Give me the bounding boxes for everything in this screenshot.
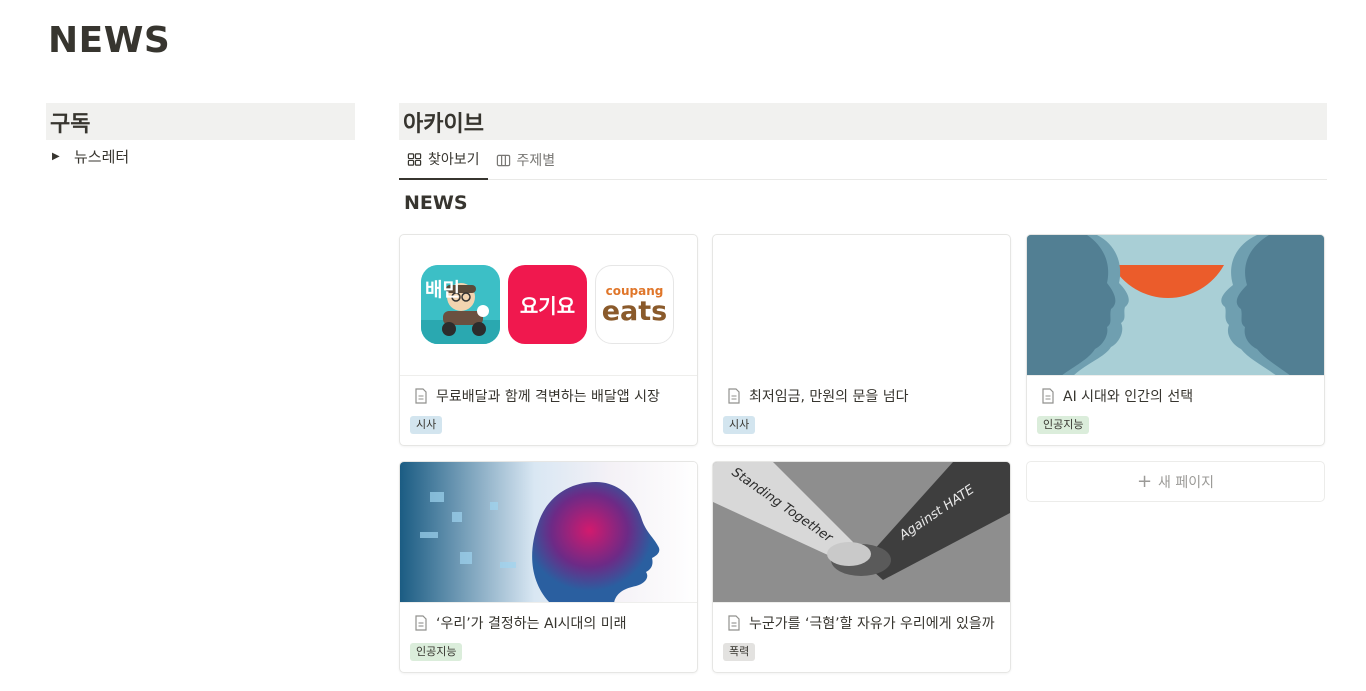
subscribe-heading: 구독 xyxy=(46,103,355,140)
card-hate-freedom[interactable]: Standing Together Against HATE 누군가를 ‘극혐’… xyxy=(712,461,1011,673)
eats-logo-text: eats xyxy=(601,295,668,327)
tag-badge: 인공지능 xyxy=(410,643,463,661)
subscribe-section: 구독 ▶ 뉴스레터 xyxy=(46,103,355,172)
baemin-logo: 배민 xyxy=(421,265,500,344)
page-icon xyxy=(415,388,427,404)
page-icon xyxy=(728,615,740,631)
page-icon xyxy=(415,615,427,631)
card-cover-two-faces xyxy=(1027,235,1324,376)
card-ai-future[interactable]: ‘우리’가 결정하는 AI시대의 미래 인공지능 xyxy=(399,461,698,673)
card-title-row: 최저임금, 만원의 문을 넘다 xyxy=(713,386,1010,406)
newsletter-toggle[interactable]: ▶ 뉴스레터 xyxy=(46,140,355,172)
coupang-eats-logo: coupang eats xyxy=(595,265,674,344)
new-page-button[interactable]: + 새 페이지 xyxy=(1026,461,1325,502)
card-title: 최저임금, 만원의 문을 넘다 xyxy=(749,389,909,405)
newsletter-toggle-label: 뉴스레터 xyxy=(74,147,130,166)
tag-badge: 인공지능 xyxy=(1037,416,1090,434)
card-cover-blank xyxy=(713,235,1010,376)
card-cover-handshake: Standing Together Against HATE xyxy=(713,462,1010,603)
tab-board-label: 주제별 xyxy=(516,153,556,169)
card-title-row: 누군가를 ‘극혐’할 자유가 우리에게 있을까 xyxy=(713,613,1010,633)
card-title: ‘우리’가 결정하는 AI시대의 미래 xyxy=(436,616,627,632)
card-ai-human-choice[interactable]: AI 시대와 인간의 선택 인공지능 xyxy=(1026,234,1325,446)
card-title: 누군가를 ‘극혐’할 자유가 우리에게 있을까 xyxy=(749,616,995,632)
gallery-icon xyxy=(407,152,422,166)
toggle-triangle-icon[interactable]: ▶ xyxy=(52,151,74,162)
tag-badge: 폭력 xyxy=(723,643,756,661)
archive-heading: 아카이브 xyxy=(399,103,1327,140)
tab-gallery-label: 찾아보기 xyxy=(428,152,480,168)
card-title-row: ‘우리’가 결정하는 AI시대의 미래 xyxy=(400,613,697,633)
card-delivery-apps[interactable]: 배민 요기요 coupang eats 무료배달과 함께 격변하는 배달앱 시장… xyxy=(399,234,698,446)
card-title: AI 시대와 인간의 선택 xyxy=(1063,389,1194,405)
page-icon xyxy=(728,388,740,404)
yogiyo-logo: 요기요 xyxy=(508,265,587,344)
tag-badge: 시사 xyxy=(410,416,443,434)
tab-board[interactable]: 주제별 xyxy=(488,140,564,180)
database-title: NEWS xyxy=(404,192,468,214)
card-title-row: AI 시대와 인간의 선택 xyxy=(1027,386,1324,406)
card-cover-digital-face xyxy=(400,462,697,603)
card-cover-delivery-apps: 배민 요기요 coupang eats xyxy=(400,235,697,376)
card-title: 무료배달과 함께 격변하는 배달앱 시장 xyxy=(436,389,660,405)
card-title-row: 무료배달과 함께 격변하는 배달앱 시장 xyxy=(400,386,697,406)
baemin-logo-text: 배민 xyxy=(425,279,460,301)
page-icon xyxy=(1042,388,1054,404)
view-tabs: 찾아보기 주제별 xyxy=(399,140,1327,180)
yogiyo-logo-text: 요기요 xyxy=(519,294,576,318)
card-minimum-wage[interactable]: 최저임금, 만원의 문을 넘다 시사 xyxy=(712,234,1011,446)
new-page-label: 새 페이지 xyxy=(1158,474,1215,491)
page-title: NEWS xyxy=(48,20,171,61)
tag-badge: 시사 xyxy=(723,416,756,434)
board-icon xyxy=(496,154,510,166)
tab-gallery[interactable]: 찾아보기 xyxy=(399,140,488,180)
archive-section: 아카이브 찾아보기 주제별 NEWS 배민 요기요 coupang eats 무… xyxy=(399,103,1327,673)
plus-icon: + xyxy=(1136,470,1153,492)
